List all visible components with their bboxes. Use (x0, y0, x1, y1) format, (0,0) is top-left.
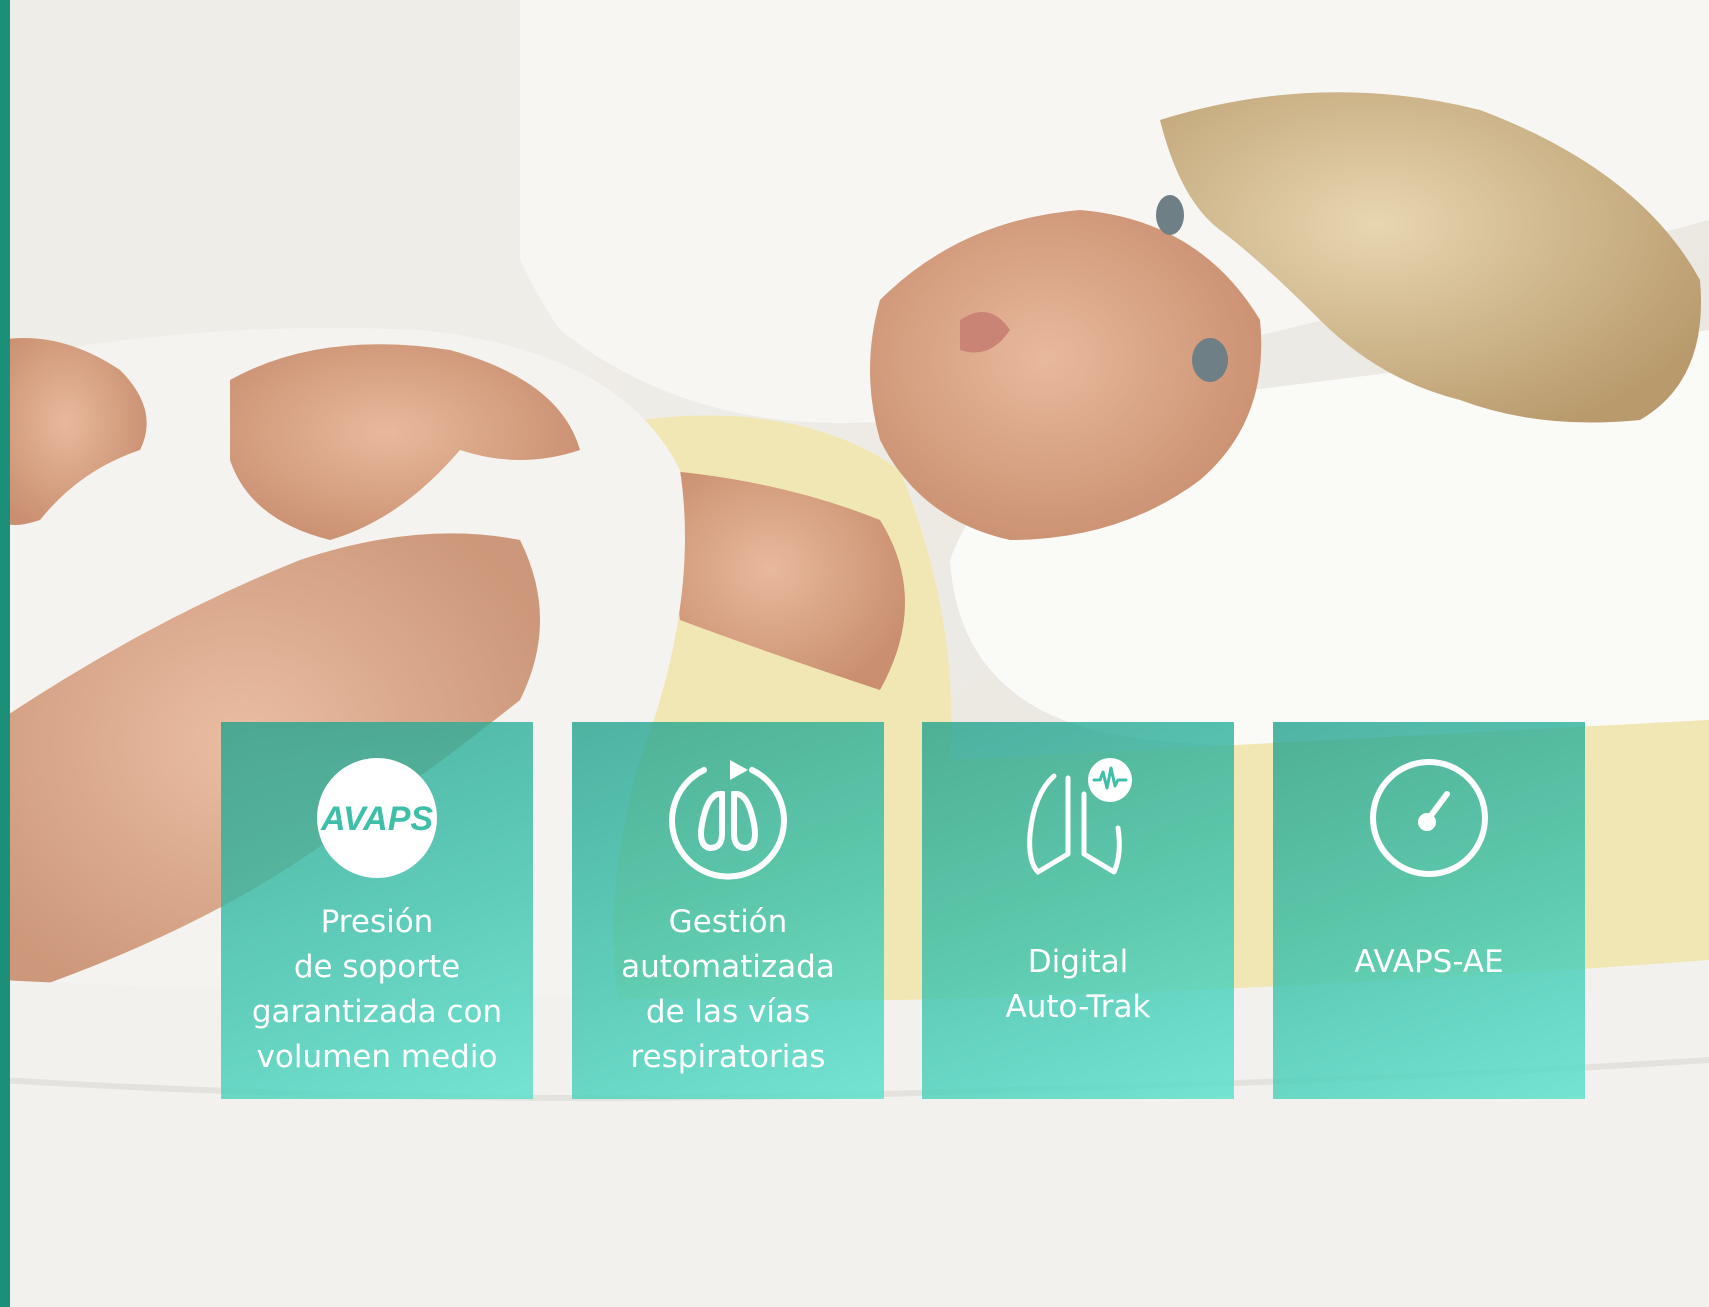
feature-label-avaps: Presión de soporte garantizada con volum… (251, 904, 503, 1075)
feature-label-digital-auto-trak: Digital Auto-Trak (1005, 944, 1151, 1025)
feature-tile-airway-management: Gestión automatizada de las vías respira… (572, 722, 884, 1099)
gauge-icon (1273, 754, 1585, 882)
feature-tile-digital-auto-trak: Digital Auto-Trak (922, 722, 1234, 1099)
feature-label-airway-management: Gestión automatizada de las vías respira… (621, 904, 835, 1075)
avaps-logo-text: AVAPS (320, 800, 433, 838)
feature-label-avaps-ae: AVAPS-AE (1354, 944, 1504, 980)
left-accent-bar (0, 0, 10, 1307)
lungs-waveform-icon (922, 754, 1234, 882)
feature-tile-avaps: AVAPS Presión de soporte garantizada con… (221, 722, 533, 1099)
lungs-cycle-icon (572, 754, 884, 882)
hero-photo (0, 0, 1709, 1307)
avaps-logo-icon: AVAPS (221, 754, 533, 882)
feature-tile-avaps-ae: AVAPS-AE (1273, 722, 1585, 1099)
